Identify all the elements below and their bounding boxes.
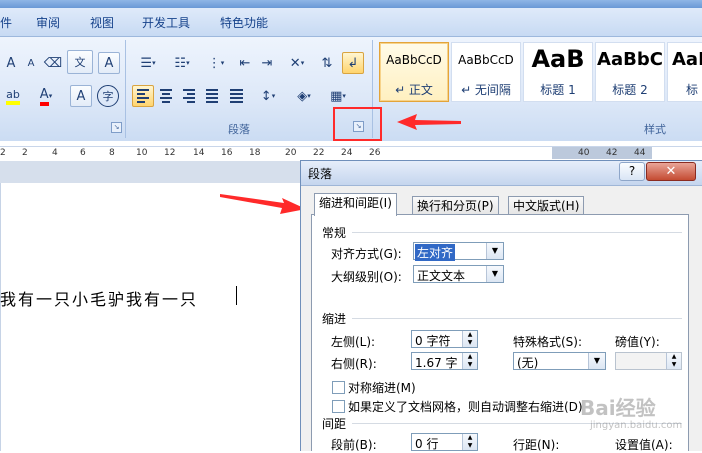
font-color-icon[interactable]: A ▾ xyxy=(30,85,62,107)
char-border-button[interactable]: A xyxy=(98,52,120,74)
shrink-font-button[interactable]: A xyxy=(20,52,42,74)
paragraph-group-label: 段落 xyxy=(228,123,250,136)
alignment-label: 对齐方式(G): xyxy=(331,247,402,261)
phonetic-guide-button[interactable]: 文 xyxy=(67,50,93,74)
spinner-arrows-icon: ▲ ▼ xyxy=(666,353,681,369)
outline-level-select[interactable]: 正文文本 ▼ xyxy=(413,265,504,283)
right-indent-spinner[interactable]: 1.67 字 ▲ ▼ xyxy=(411,352,478,370)
annotation-arrow-icon xyxy=(220,194,306,214)
style-normal[interactable]: AaBbCcD ↵ 正文 xyxy=(379,42,449,102)
justify-icon[interactable] xyxy=(201,85,223,107)
spinner-arrows-icon: ▲ ▼ xyxy=(462,331,477,347)
distributed-icon[interactable] xyxy=(225,85,247,107)
styles-group-label: 样式 xyxy=(644,123,666,136)
numbering-icon[interactable]: ☷ ▾ xyxy=(166,52,198,74)
alignment-select[interactable]: 左对齐 ▼ xyxy=(413,242,504,261)
tab-indents-spacing[interactable]: 缩进和间距(I) xyxy=(314,193,397,216)
special-indent-select[interactable]: (无) ▼ xyxy=(513,352,606,370)
tab-file[interactable]: 件 xyxy=(0,14,12,31)
indent-by-spinner[interactable]: ▲ ▼ xyxy=(615,352,682,370)
align-center-icon[interactable] xyxy=(155,85,177,107)
window-title-bar xyxy=(0,0,702,8)
chevron-down-icon: ▼ xyxy=(588,353,605,369)
spacing-section-title: 间距 xyxy=(322,417,347,431)
style-heading-1[interactable]: AaB 标题 1 xyxy=(523,42,593,102)
tab-asian-typography[interactable]: 中文版式(H) xyxy=(508,196,585,215)
tab-special[interactable]: 特色功能 xyxy=(220,14,268,31)
line-spacing-icon[interactable]: ↕ ▾ xyxy=(252,85,284,107)
special-indent-label: 特殊格式(S): xyxy=(513,335,583,349)
close-button[interactable]: ✕ xyxy=(646,162,696,181)
tab-developer[interactable]: 开发工具 xyxy=(142,14,190,31)
font-dialog-launcher-icon[interactable]: ↘ xyxy=(111,122,122,133)
chevron-down-icon: ▼ xyxy=(486,266,503,282)
style-no-spacing[interactable]: AaBbCcD ↵ 无间隔 xyxy=(451,42,521,102)
indent-section-title: 缩进 xyxy=(322,312,347,326)
ribbon-tab-bar: 件 审阅 视图 开发工具 特色功能 xyxy=(0,8,702,37)
spinner-arrows-icon: ▲ ▼ xyxy=(462,434,477,450)
char-shading-button[interactable]: A xyxy=(70,85,92,107)
enclose-char-button[interactable]: 字 xyxy=(97,85,119,107)
group-separator xyxy=(125,40,126,138)
watermark-logo: Bai经验 xyxy=(580,396,656,420)
left-indent-label: 左侧(L): xyxy=(331,335,376,349)
right-indent-label: 右侧(R): xyxy=(331,357,377,371)
left-indent-spinner[interactable]: 0 字符 ▲ ▼ xyxy=(411,330,478,348)
section-divider xyxy=(352,232,682,233)
decrease-indent-icon[interactable]: ⇤ xyxy=(234,52,256,74)
space-before-label: 段前(B): xyxy=(331,438,377,452)
mirror-indent-checkbox[interactable] xyxy=(332,381,345,394)
clear-format-icon[interactable]: ⌫ xyxy=(42,52,64,74)
line-spacing-label: 行距(N): xyxy=(513,438,560,452)
outline-level-label: 大纲级别(O): xyxy=(331,270,402,284)
grow-font-button[interactable]: A xyxy=(0,52,22,74)
style-title[interactable]: AaI 标 xyxy=(667,42,702,102)
show-marks-icon[interactable]: ↲ xyxy=(342,52,364,74)
dialog-title: 段落 xyxy=(308,167,333,181)
at-value-label: 设置值(A): xyxy=(615,438,673,452)
highlight-color-icon[interactable]: ab xyxy=(0,85,26,107)
watermark-url: jingyan.baidu.com xyxy=(590,420,683,431)
align-left-icon[interactable] xyxy=(132,85,154,107)
section-divider xyxy=(352,318,682,319)
annotation-highlight-box xyxy=(333,107,382,141)
style-heading-2[interactable]: AaBbC 标题 2 xyxy=(595,42,665,102)
bullets-icon[interactable]: ☰ ▾ xyxy=(132,52,164,74)
mirror-indent-label: 对称缩进(M) xyxy=(348,381,416,395)
auto-adjust-checkbox[interactable] xyxy=(332,400,345,413)
spinner-arrows-icon: ▲ ▼ xyxy=(462,353,477,369)
indent-by-label: 磅值(Y): xyxy=(615,335,660,349)
tab-line-page-breaks[interactable]: 换行和分页(P) xyxy=(412,196,499,215)
help-button[interactable]: ? xyxy=(619,162,645,181)
multilevel-list-icon[interactable]: ⋮ ▾ xyxy=(200,52,232,74)
increase-indent-icon[interactable]: ⇥ xyxy=(256,52,278,74)
shading-icon[interactable]: ◈ ▾ xyxy=(288,85,320,107)
tab-review[interactable]: 审阅 xyxy=(36,14,60,31)
sort-icon[interactable]: ⇅ xyxy=(316,52,338,74)
document-body-text[interactable]: 我有一只小毛驴我有一只 xyxy=(0,286,198,310)
text-caret xyxy=(236,286,237,305)
borders-icon[interactable]: ▦ ▾ xyxy=(322,85,354,107)
chinese-layout-icon[interactable]: ✕ ▾ xyxy=(281,52,313,74)
page-edge xyxy=(0,183,1,451)
chevron-down-icon: ▼ xyxy=(486,243,503,259)
tab-view[interactable]: 视图 xyxy=(90,14,114,31)
space-before-spinner[interactable]: 0 行 ▲ ▼ xyxy=(411,433,478,451)
annotation-arrow-icon xyxy=(397,114,461,130)
align-right-icon[interactable] xyxy=(178,85,200,107)
auto-adjust-label: 如果定义了文档网格，则自动调整右缩进(D) xyxy=(348,400,583,414)
general-section-title: 常规 xyxy=(322,226,347,240)
